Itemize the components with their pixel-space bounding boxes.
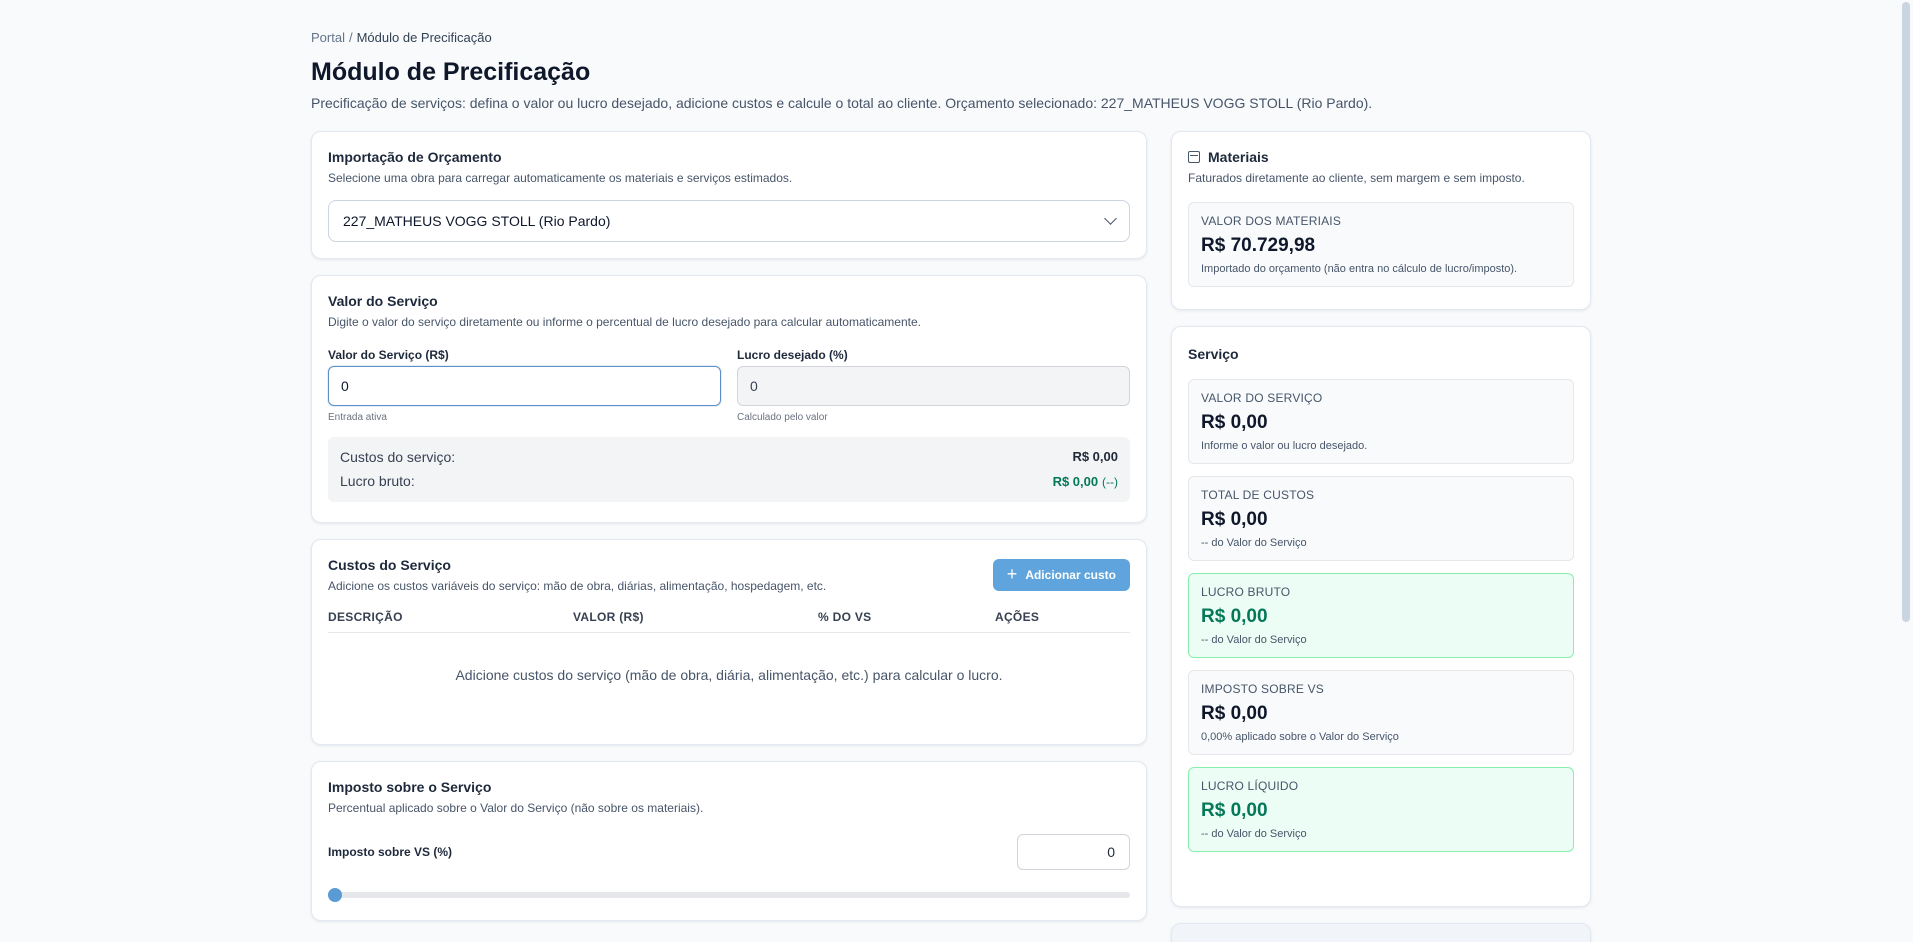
metric-total-costs: TOTAL DE CUSTOS R$ 0,00 -- do Valor do S… [1188, 476, 1574, 561]
column-percent: % DO VS [818, 610, 872, 624]
profit-input[interactable]: 0 [737, 366, 1130, 406]
page-title: Módulo de Precificação [311, 58, 591, 86]
materials-title: Materiais [1208, 149, 1269, 165]
column-actions: AÇÕES [995, 610, 1040, 624]
tax-slider-track [328, 892, 1130, 898]
metric-note: -- do Valor do Serviço [1201, 537, 1307, 549]
metric-tax: IMPOSTO SOBRE VS R$ 0,00 0,00% aplicado … [1188, 670, 1574, 755]
metric-value: R$ 0,00 [1201, 606, 1268, 627]
add-cost-button[interactable]: + Adicionar custo [992, 559, 1130, 591]
metric-note: -- do Valor do Serviço [1201, 634, 1307, 646]
gross-profit-label: Lucro bruto: [340, 473, 415, 489]
tax-subtitle: Percentual aplicado sobre o Valor do Ser… [328, 801, 704, 815]
metric-net-profit: LUCRO LÍQUIDO R$ 0,00 -- do Valor do Ser… [1188, 767, 1574, 852]
column-description: DESCRIÇÃO [328, 610, 403, 624]
page: Portal / Módulo de Precificação Módulo de … [311, 30, 1591, 942]
metric-note: -- do Valor do Serviço [1201, 828, 1307, 840]
import-card-subtitle: Selecione uma obra para carregar automat… [328, 171, 793, 185]
import-card: Importação de Orçamento Selecione uma ob… [311, 131, 1147, 259]
breadcrumb: Portal / Módulo de Precificação [311, 30, 1591, 48]
metric-label: LUCRO LÍQUIDO [1201, 779, 1299, 793]
gross-profit-group: R$ 0,00 (--) [1053, 469, 1118, 494]
metric-note: 0,00% aplicado sobre o Valor do Serviço [1201, 731, 1399, 743]
metric-note: Informe o valor ou lucro desejado. [1201, 440, 1368, 452]
breadcrumb-portal-link[interactable]: Portal [311, 30, 345, 45]
tax-slider-thumb[interactable] [328, 888, 342, 902]
metric-value: R$ 0,00 [1201, 509, 1268, 530]
breadcrumb-current: Módulo de Precificação [356, 30, 492, 45]
gross-profit-pct: (--) [1102, 475, 1118, 489]
plus-icon: + [1006, 564, 1018, 584]
page-description: Precificação de serviços: defina o valor… [311, 95, 1373, 111]
profit-hint: Calculado pelo valor [737, 412, 828, 423]
tax-card: Imposto sobre o Serviço Percentual aplic… [311, 761, 1147, 921]
service-costs-label: Custos do serviço: [340, 449, 456, 465]
service-value-field: Valor do Serviço (R$) 0 Entrada ativa [328, 348, 721, 423]
service-value-fields: Valor do Serviço (R$) 0 Entrada ativa Lu… [328, 348, 1130, 423]
service-value-input[interactable]: 0 [328, 366, 721, 406]
metric-label: TOTAL DE CUSTOS [1201, 488, 1315, 502]
metric-gross-profit: LUCRO BRUTO R$ 0,00 -- do Valor do Servi… [1188, 573, 1574, 658]
costs-empty-state: Adicione custos do serviço (mão de obra,… [455, 667, 1003, 683]
column-value: VALOR (R$) [573, 610, 644, 624]
tax-label: Imposto sobre VS (%) [328, 845, 453, 859]
metric-service-value: VALOR DO SERVIÇO R$ 0,00 Informe o valor… [1188, 379, 1574, 464]
service-value-hint: Entrada ativa [328, 412, 387, 423]
chevron-down-icon [1104, 212, 1117, 225]
metric-label: VALOR DO SERVIÇO [1201, 391, 1323, 405]
next-card-partial [1171, 923, 1591, 942]
profit-label: Lucro desejado (%) [737, 348, 848, 362]
profit-field: Lucro desejado (%) 0 Calculado pelo valo… [737, 348, 1130, 423]
budget-select-value: 227_MATHEUS VOGG STOLL (Rio Pardo) [343, 213, 611, 229]
costs-header: Custos do Serviço Adicione os custos var… [328, 556, 1130, 594]
service-card: Serviço VALOR DO SERVIÇO R$ 0,00 Informe… [1171, 326, 1591, 907]
metric-label: IMPOSTO SOBRE VS [1201, 682, 1325, 696]
tax-row: Imposto sobre VS (%) 0 [328, 834, 1130, 870]
service-costs-value: R$ 0,00 [1072, 449, 1118, 464]
breadcrumb-separator: / [348, 30, 353, 45]
page-scrollbar[interactable] [1902, 2, 1910, 622]
materials-card: Materiais Faturados diretamente ao clien… [1171, 131, 1591, 310]
materials-metric-value: R$ 70.729,98 [1201, 235, 1316, 256]
add-cost-label: Adicionar custo [1025, 568, 1116, 582]
gross-profit-value: R$ 0,00 [1052, 474, 1099, 489]
metric-value: R$ 0,00 [1201, 412, 1268, 433]
budget-select[interactable]: 227_MATHEUS VOGG STOLL (Rio Pardo) [328, 200, 1130, 242]
service-value-card: Valor do Serviço Digite o valor do servi… [311, 275, 1147, 523]
service-summary: Custos do serviço: R$ 0,00 Lucro bruto: … [328, 437, 1130, 502]
service-value-subtitle: Digite o valor do serviço diretamente ou… [328, 315, 921, 329]
service-costs-row: Custos do serviço: R$ 0,00 [340, 445, 1118, 469]
materials-metric: VALOR DOS MATERIAIS R$ 70.729,98 Importa… [1188, 202, 1574, 287]
costs-title: Custos do Serviço [328, 557, 451, 573]
metric-value: R$ 0,00 [1201, 800, 1268, 821]
service-value-title: Valor do Serviço [328, 293, 438, 309]
metric-value: R$ 0,00 [1201, 703, 1268, 724]
tax-slider[interactable] [328, 887, 1130, 903]
costs-subtitle: Adicione os custos variáveis do serviço:… [328, 579, 827, 593]
materials-subtitle: Faturados diretamente ao cliente, sem ma… [1188, 171, 1525, 185]
service-value-label: Valor do Serviço (R$) [328, 348, 449, 362]
costs-table-header: DESCRIÇÃO VALOR (R$) % DO VS AÇÕES [328, 610, 1130, 633]
materials-header: Materiais [1188, 148, 1574, 166]
box-icon [1188, 151, 1200, 163]
tax-input[interactable]: 0 [1017, 834, 1130, 870]
materials-metric-note: Importado do orçamento (não entra no cál… [1201, 263, 1518, 275]
costs-card: Custos do Serviço Adicione os custos var… [311, 539, 1147, 745]
service-card-title: Serviço [1188, 346, 1239, 362]
tax-title: Imposto sobre o Serviço [328, 779, 492, 795]
metric-label: LUCRO BRUTO [1201, 585, 1291, 599]
gross-profit-row: Lucro bruto: R$ 0,00 (--) [340, 469, 1118, 494]
import-card-title: Importação de Orçamento [328, 149, 502, 165]
materials-metric-label: VALOR DOS MATERIAIS [1201, 214, 1342, 228]
costs-heading: Custos do Serviço Adicione os custos var… [328, 556, 826, 594]
